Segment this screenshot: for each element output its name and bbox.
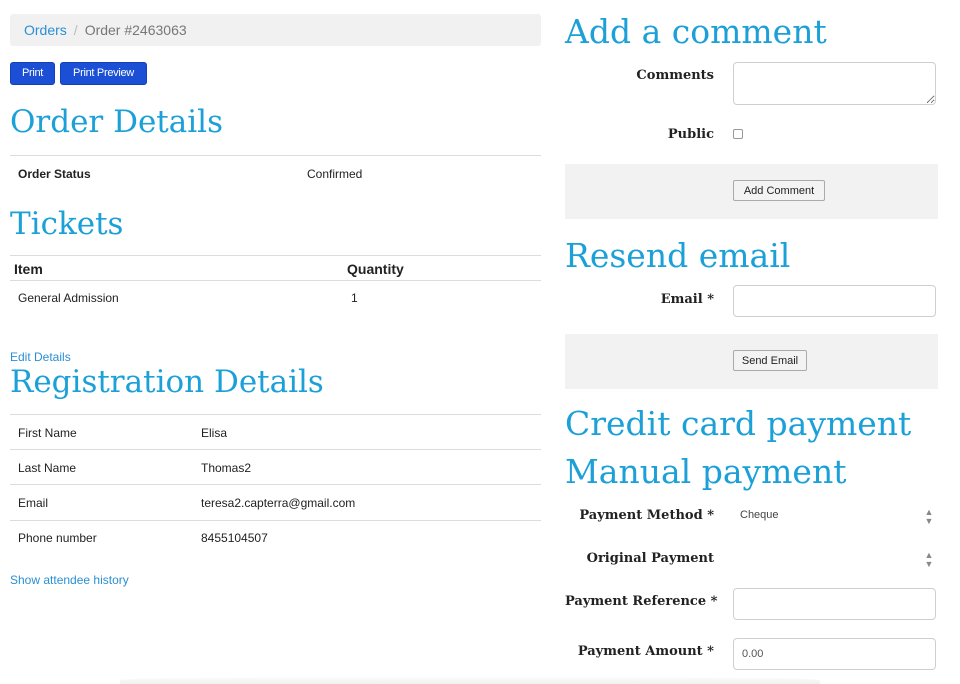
credit-card-payment-title: Credit card payment (565, 404, 912, 443)
divider (10, 484, 541, 485)
manual-payment-title: Manual payment (565, 452, 847, 491)
registration-value: Elisa (201, 426, 228, 440)
breadcrumb-separator: / (73, 22, 78, 38)
email-label: Email * (660, 292, 714, 307)
print-button[interactable]: Print (10, 62, 55, 85)
divider (10, 520, 541, 521)
tickets-header-item: Item (14, 261, 43, 277)
send-email-button[interactable]: Send Email (733, 350, 807, 371)
divider (10, 280, 541, 281)
public-checkbox[interactable] (733, 129, 743, 139)
select-arrows-icon: ▲ ▼ (924, 550, 934, 569)
order-status-label: Order Status (18, 167, 91, 181)
divider (10, 414, 541, 415)
show-attendee-history-link[interactable]: Show attendee history (10, 573, 129, 587)
registration-label: Last Name (18, 461, 77, 475)
divider (10, 255, 541, 256)
registration-value: 8455104507 (201, 531, 268, 545)
registration-value: Thomas2 (201, 461, 252, 475)
order-status-value: Confirmed (307, 167, 363, 181)
tickets-title: Tickets (10, 206, 124, 242)
order-details-title: Order Details (10, 104, 223, 140)
comments-label: Comments (636, 68, 714, 83)
resend-email-title: Resend email (565, 236, 791, 275)
payment-reference-input[interactable] (733, 588, 936, 620)
divider (10, 449, 541, 450)
tickets-header-quantity: Quantity (347, 261, 404, 277)
page-shadow (120, 676, 820, 684)
registration-details-title: Registration Details (10, 364, 324, 400)
public-label: Public (667, 127, 714, 142)
resend-email-input[interactable] (733, 285, 936, 317)
edit-details-link[interactable]: Edit Details (10, 350, 71, 364)
payment-amount-label: Payment Amount * (577, 644, 714, 659)
ticket-quantity: 1 (351, 291, 358, 305)
ticket-item: General Admission (18, 291, 119, 305)
registration-value: teresa2.capterra@gmail.com (201, 496, 356, 510)
add-comment-title: Add a comment (565, 12, 827, 51)
select-arrows-icon: ▲ ▼ (924, 507, 934, 526)
breadcrumb-current: Order #2463063 (84, 22, 187, 38)
print-preview-button[interactable]: Print Preview (60, 62, 147, 85)
original-payment-label: Original Payment (586, 551, 714, 566)
payment-method-select[interactable]: Cheque (740, 509, 779, 521)
registration-label: Email (18, 496, 49, 510)
breadcrumb: Orders / Order #2463063 (10, 14, 541, 46)
breadcrumb-orders-link[interactable]: Orders (24, 22, 67, 38)
registration-label: Phone number (18, 531, 97, 545)
payment-method-label: Payment Method * (579, 508, 714, 523)
payment-reference-label: Payment Reference * (565, 594, 718, 609)
payment-amount-input[interactable] (733, 638, 936, 670)
registration-label: First Name (18, 426, 77, 440)
comments-textarea[interactable] (733, 62, 936, 105)
divider (10, 155, 541, 156)
add-comment-button[interactable]: Add Comment (733, 180, 825, 201)
